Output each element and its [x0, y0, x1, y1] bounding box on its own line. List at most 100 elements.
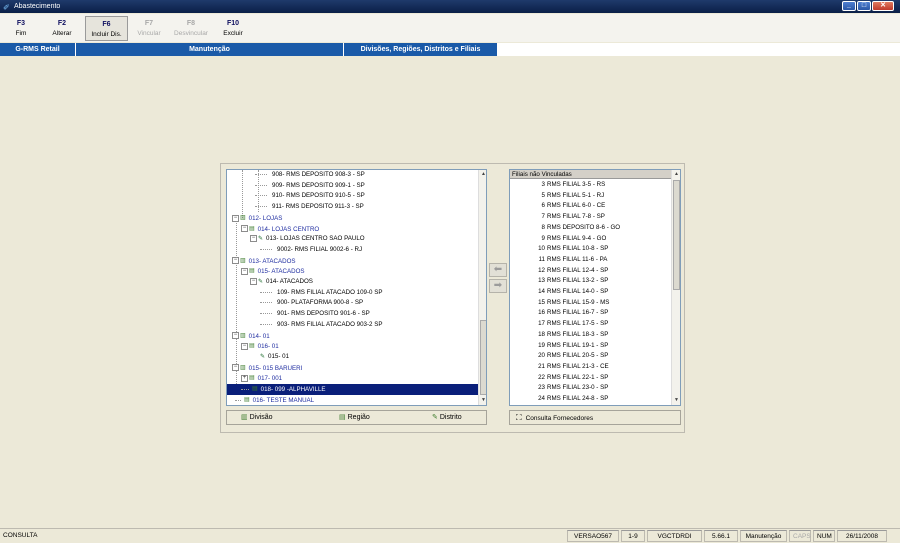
tree-node-label: 109- RMS FILIAL ATACADO 109-0 SP: [277, 288, 383, 296]
toolbar-desvincular-button[interactable]: F8 Desvincular: [169, 16, 213, 41]
store-name: RMS FILIAL 9-4 - GO: [547, 234, 607, 242]
list-item[interactable]: 3 RMS FILIAL 3-5 - RS: [510, 180, 671, 191]
list-scrollbar[interactable]: ▲ ▼: [671, 170, 680, 405]
minimize-button[interactable]: _: [842, 1, 856, 11]
tree-node-division[interactable]: − ▥ 014- 01: [232, 331, 272, 342]
tree-node-filial[interactable]: 109- RMS FILIAL ATACADO 109-0 SP: [260, 288, 384, 299]
tree-node-filial[interactable]: 911- RMS DEPOSITO 911-3 - SP: [255, 202, 366, 213]
move-left-button[interactable]: ⬅: [489, 263, 507, 277]
legend-district: ✎ Distrito: [432, 412, 462, 424]
scroll-down-icon[interactable]: ▼: [479, 396, 486, 405]
collapse-icon[interactable]: −: [232, 257, 239, 265]
maximize-button[interactable]: □: [857, 1, 871, 11]
tree-node-label: 910- RMS DEPOSITO 910-5 - SP: [272, 192, 365, 200]
header-bar: G-RMS Retail Manutenção Divisões, Regiõe…: [0, 43, 900, 56]
list-item[interactable]: 20 RMS FILIAL 20-5 - SP: [510, 351, 671, 362]
list-item[interactable]: 12 RMS FILIAL 12-4 - SP: [510, 266, 671, 277]
collapse-icon[interactable]: −: [250, 235, 257, 243]
scroll-thumb[interactable]: [480, 320, 486, 395]
tree-node-district[interactable]: − ✎ 013- LOJAS CENTRO SAO PAULO: [250, 234, 367, 245]
store-name: RMS FILIAL 13-2 - SP: [547, 277, 609, 285]
toolbar-excluir-button[interactable]: F10 Excluir: [215, 16, 251, 41]
tree-node-region[interactable]: ▤ 016- TESTE MANUAL: [235, 395, 316, 405]
list-item[interactable]: 24 RMS FILIAL 24-8 - SP: [510, 394, 671, 405]
toolbar-vincular-button[interactable]: F7 Vincular: [131, 16, 167, 41]
list-item[interactable]: 25RMS FILIAL 25-6 - SP: [510, 405, 671, 406]
tree-node-filial[interactable]: 901- RMS DEPOSITO 901-6 - SP: [260, 309, 372, 320]
list-item[interactable]: 7 RMS FILIAL 7-8 - SP: [510, 212, 671, 223]
list-item[interactable]: 10 RMS FILIAL 10-8 - SP: [510, 244, 671, 255]
status-num: NUM: [813, 530, 835, 542]
store-name: RMS FILIAL 18-3 - SP: [547, 330, 609, 338]
move-right-button[interactable]: ➡: [489, 279, 507, 293]
list-item[interactable]: 18 RMS FILIAL 18-3 - SP: [510, 330, 671, 341]
close-button[interactable]: ✕: [872, 1, 894, 11]
list-item[interactable]: 16 RMS FILIAL 16-7 - SP: [510, 308, 671, 319]
scroll-up-icon[interactable]: ▲: [479, 170, 486, 179]
list-item[interactable]: 21 RMS FILIAL 21-3 - CE: [510, 362, 671, 373]
toolbar-alterar-button[interactable]: F2 Alterar: [42, 16, 82, 41]
store-number: 16: [538, 309, 545, 317]
collapse-icon[interactable]: −: [250, 277, 257, 285]
tree-scrollbar[interactable]: ▲ ▼: [478, 170, 486, 405]
region-icon: ▤: [339, 414, 346, 421]
button-label: Alterar: [52, 30, 72, 37]
scroll-down-icon[interactable]: ▼: [672, 396, 680, 405]
list-item[interactable]: 19 RMS FILIAL 19-1 - SP: [510, 341, 671, 352]
collapse-icon[interactable]: −: [241, 268, 248, 276]
key-label: F2: [57, 20, 67, 27]
scroll-up-icon[interactable]: ▲: [672, 170, 680, 179]
expand-icon[interactable]: +: [241, 375, 248, 383]
tree-node-filial[interactable]: 909- RMS DEPOSITO 909-1 - SP: [255, 181, 367, 192]
tree-node-region[interactable]: + ▤ 017- 001: [241, 373, 284, 384]
list-item[interactable]: 8 RMS DEPOSITO 8-6 - GO: [510, 223, 671, 234]
legend-label: Distrito: [439, 414, 462, 421]
unlinked-stores-list[interactable]: Filiais não Vinculadas 3 RMS FILIAL 3-5 -…: [509, 169, 681, 406]
tree-node-filial[interactable]: 903- RMS FILIAL ATACADO 903-2 SP: [260, 320, 384, 331]
list-item[interactable]: 6 RMS FILIAL 6-0 - CE: [510, 201, 671, 212]
list-item[interactable]: 23 RMS FILIAL 23-0 - SP: [510, 383, 671, 394]
status-program: VGCTDRDI: [647, 530, 702, 542]
app-name: G-RMS Retail: [0, 43, 76, 56]
store-number: 8: [541, 223, 545, 231]
hierarchy-tree[interactable]: 908- RMS DEPOSITO 908-3 - SP 909- RMS DE…: [226, 169, 487, 406]
list-item[interactable]: 5 RMS FILIAL 5-1 - RJ: [510, 191, 671, 202]
tree-node-region[interactable]: − ▤ 014- LOJAS CENTRO: [241, 224, 321, 235]
tree-node-filial[interactable]: 9002- RMS FILIAL 9002-6 - RJ: [260, 245, 364, 256]
district-icon: ✎: [432, 414, 438, 421]
tree-node-filial[interactable]: 900- PLATAFORMA 900-8 - SP: [260, 298, 365, 309]
collapse-icon[interactable]: −: [232, 214, 239, 222]
list-item[interactable]: 17 RMS FILIAL 17-5 - SP: [510, 319, 671, 330]
store-name: RMS FILIAL 5-1 - RJ: [547, 191, 605, 199]
division-icon: ▥: [241, 414, 248, 421]
store-number: 17: [538, 320, 545, 328]
toolbar-fim-button[interactable]: F3 Fim: [2, 16, 40, 41]
list-item[interactable]: 15 RMS FILIAL 15-9 - MS: [510, 298, 671, 309]
tree-node-filial[interactable]: 908- RMS DEPOSITO 908-3 - SP: [255, 170, 367, 181]
consulta-fornecedores-button[interactable]: ⛶ Consulta Fornecedores: [509, 410, 681, 425]
list-item[interactable]: 22 RMS FILIAL 22-1 - SP: [510, 373, 671, 384]
tree-node-region[interactable]: − ▤ 016- 01: [241, 341, 281, 352]
tree-node-filial[interactable]: 910- RMS DEPOSITO 910-5 - SP: [255, 191, 367, 202]
tree-node-division[interactable]: − ▥ 012- LOJAS: [232, 213, 284, 224]
tree-node-district[interactable]: − ✎ 014- ATACADOS: [250, 277, 315, 288]
tree-node-region-selected[interactable]: ▤ 018- 099 -ALPHAVILLE: [227, 384, 478, 395]
store-number: 22: [538, 373, 545, 381]
list-item[interactable]: 14 RMS FILIAL 14-0 - SP: [510, 287, 671, 298]
status-bar: CONSULTA VERSAO567 1-9 VGCTDRDI 5.66.1 M…: [0, 528, 900, 543]
list-item[interactable]: 11 RMS FILIAL 11-6 - PA: [510, 255, 671, 266]
tree-node-district[interactable]: ✎ 015- 01: [260, 352, 291, 363]
list-item[interactable]: 13 RMS FILIAL 13-2 - SP: [510, 276, 671, 287]
collapse-icon[interactable]: −: [232, 364, 239, 372]
tree-node-division[interactable]: − ▥ 015- 015 BARUERI: [232, 363, 304, 374]
scroll-thumb[interactable]: [673, 180, 680, 290]
toolbar-incluir-dis-button[interactable]: F6 Incluir Dis.: [85, 16, 128, 41]
collapse-icon[interactable]: −: [232, 332, 239, 340]
key-label: F8: [186, 20, 196, 27]
tree-node-region[interactable]: − ▤ 015- ATACADOS: [241, 266, 307, 277]
collapse-icon[interactable]: −: [241, 343, 248, 351]
division-icon: ▥: [240, 257, 246, 264]
list-item[interactable]: 9 RMS FILIAL 9-4 - GO: [510, 234, 671, 245]
collapse-icon[interactable]: −: [241, 225, 248, 233]
tree-node-division[interactable]: − ▥ 013- ATACADOS: [232, 256, 298, 267]
